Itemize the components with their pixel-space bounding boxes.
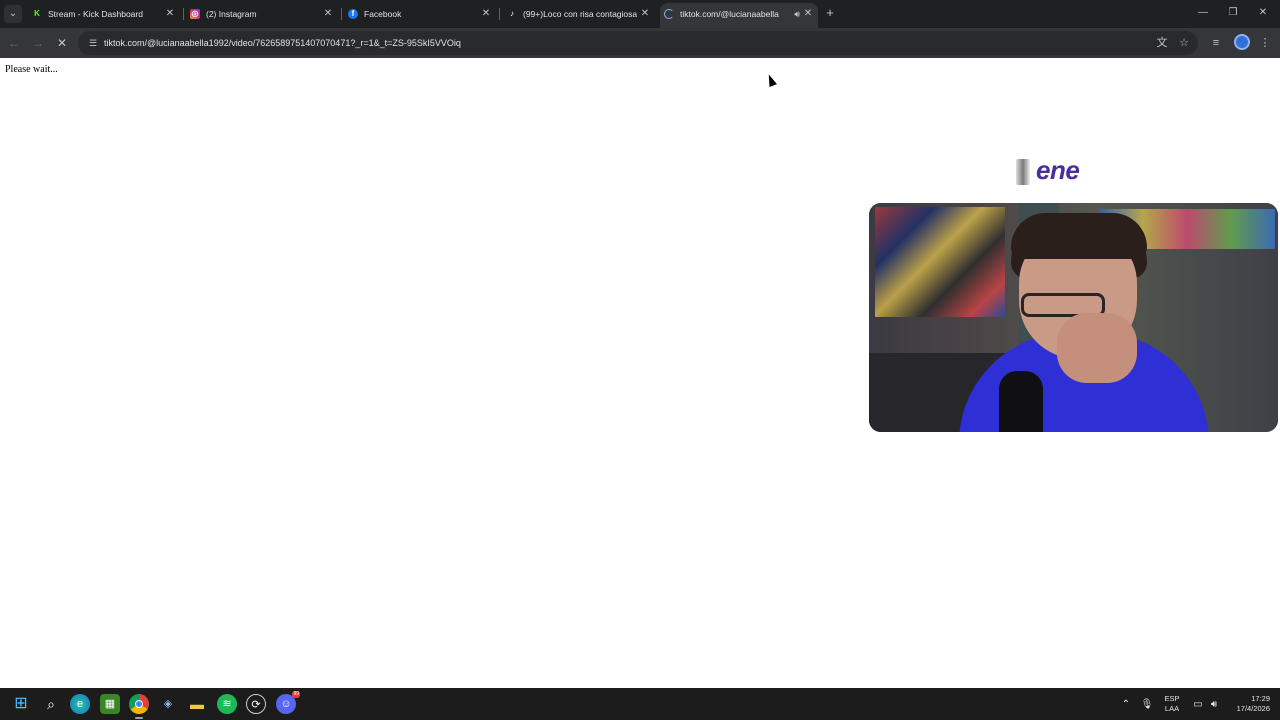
mouse-cursor-icon <box>765 72 777 88</box>
tab-search-icon[interactable]: ⌄ <box>4 5 22 23</box>
translate-icon[interactable]: 文 <box>1154 35 1170 51</box>
browser-window-frame: ⌄ K Stream - Kick Dashboard ✕ ◎ (2) Inst… <box>0 0 1280 58</box>
search-icon[interactable]: ⌕ <box>41 694 61 714</box>
app-icon-2[interactable]: ⟳ <box>246 694 266 714</box>
tab-strip: ⌄ K Stream - Kick Dashboard ✕ ◎ (2) Inst… <box>0 0 1280 28</box>
close-icon[interactable]: ✕ <box>322 3 334 25</box>
speaker-icon[interactable]: 🔊︎ <box>794 3 800 25</box>
loading-message: Please wait... <box>5 64 58 75</box>
profile-avatar[interactable] <box>1234 34 1250 50</box>
notification-badge: 99 <box>292 691 300 698</box>
close-icon[interactable]: ✕ <box>639 3 651 25</box>
logo-text: ene <box>1036 155 1080 185</box>
clock[interactable]: 17:29 17/4/2026 <box>1224 694 1270 714</box>
active-app-indicator <box>135 717 143 719</box>
tab-separator <box>499 8 500 20</box>
loading-spinner-icon <box>664 9 674 19</box>
windows-start-icon[interactable]: ⊞ <box>11 694 31 714</box>
facebook-icon: f <box>348 9 358 19</box>
tab-facebook[interactable]: f Facebook ✕ <box>344 3 496 25</box>
tab-tiktok-video[interactable]: ♪ (99+)Loco con risa contagiosa ✕ <box>503 3 655 25</box>
tab-instagram[interactable]: ◎ (2) Instagram ✕ <box>186 3 338 25</box>
kick-icon: K <box>32 9 42 19</box>
streamer-hand <box>1057 313 1137 383</box>
logo-mark-icon <box>1016 159 1030 186</box>
edge-icon[interactable]: e <box>70 694 90 714</box>
tiktok-icon: ♪ <box>507 9 517 19</box>
forward-arrow-icon[interactable]: → <box>29 34 47 52</box>
minecraft-icon[interactable]: ▦ <box>100 694 120 714</box>
chevron-up-icon[interactable]: ⌃ <box>1119 698 1133 712</box>
tab-tiktok-loading[interactable]: tiktok.com/@lucianaabella 🔊︎ ✕ <box>660 3 818 28</box>
stream-overlay-logo: ene <box>1016 153 1080 187</box>
address-url[interactable]: tiktok.com/@lucianaabella1992/video/7626… <box>104 31 461 55</box>
stop-loading-icon[interactable]: ✕ <box>53 34 71 52</box>
bookmark-star-icon[interactable]: ☆ <box>1176 35 1192 51</box>
close-window-icon[interactable]: ✕ <box>1248 4 1278 22</box>
windows-taskbar: ⊞ ⌕ e ▦ ◈ ▬ ≋ ⟳ ☺ 99 ⌃ 🎙︎ ESP LAA ▭ 🔊︎ 17… <box>0 688 1280 720</box>
tab-label: (2) Instagram <box>206 9 257 19</box>
webcam-overlay <box>869 203 1278 432</box>
tab-separator <box>183 8 184 20</box>
posters-on-wall <box>875 207 1005 317</box>
keyboard-layout: LAA <box>1164 704 1180 713</box>
monitor-icon[interactable]: ▭ <box>1191 698 1205 712</box>
language-indicator[interactable]: ESP LAA <box>1160 694 1184 714</box>
back-arrow-icon[interactable]: ← <box>5 34 23 52</box>
address-bar[interactable]: ☰ tiktok.com/@lucianaabella1992/video/76… <box>78 31 1198 55</box>
microphone-icon[interactable]: 🎙︎ <box>1140 698 1154 712</box>
browser-toolbar: ← → ✕ ☰ tiktok.com/@lucianaabella1992/vi… <box>0 28 1280 58</box>
language-code: ESP <box>1164 694 1180 703</box>
tab-label: Stream - Kick Dashboard <box>48 9 143 19</box>
tab-kick-dashboard[interactable]: K Stream - Kick Dashboard ✕ <box>28 3 180 25</box>
tab-separator <box>341 8 342 20</box>
file-explorer-icon[interactable]: ▬ <box>187 694 207 714</box>
restore-icon[interactable]: ❐ <box>1218 4 1248 22</box>
site-info-icon[interactable]: ☰ <box>86 36 100 50</box>
discord-icon[interactable]: ☺ 99 <box>276 691 300 714</box>
microphone <box>999 371 1043 432</box>
close-icon[interactable]: ✕ <box>164 3 176 25</box>
tab-label: (99+)Loco con risa contagiosa <box>523 9 637 19</box>
reading-list-icon[interactable]: ≡ <box>1207 34 1225 52</box>
minimize-icon[interactable]: — <box>1188 4 1218 22</box>
new-tab-button[interactable]: + <box>822 5 838 21</box>
chrome-icon[interactable] <box>129 694 149 714</box>
volume-icon[interactable]: 🔊︎ <box>1207 698 1221 712</box>
streamer-hair-top <box>1011 213 1147 259</box>
date: 17/4/2026 <box>1236 704 1270 713</box>
spotify-icon[interactable]: ≋ <box>217 694 237 714</box>
close-icon[interactable]: ✕ <box>480 3 492 25</box>
instagram-icon: ◎ <box>190 9 200 19</box>
close-icon[interactable]: ✕ <box>802 3 814 25</box>
menu-dots-icon[interactable]: ⋮ <box>1256 34 1274 52</box>
app-icon[interactable]: ◈ <box>158 694 178 714</box>
time: 17:29 <box>1251 694 1270 703</box>
tab-label: Facebook <box>364 9 402 19</box>
tab-label: tiktok.com/@lucianaabella <box>680 9 779 19</box>
